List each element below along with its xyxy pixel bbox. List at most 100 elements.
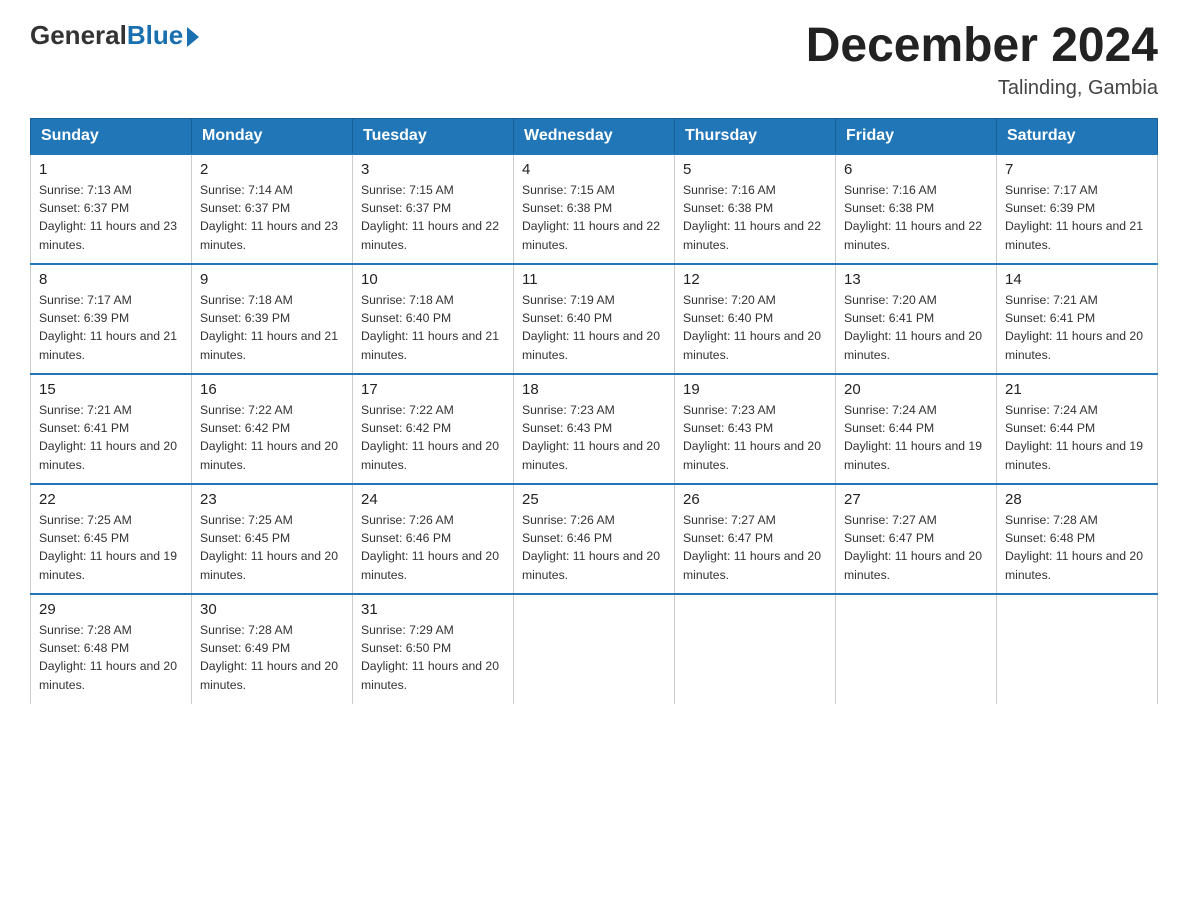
calendar-day-cell: 21 Sunrise: 7:24 AMSunset: 6:44 PMDayligh… [997,374,1158,484]
day-number: 18 [522,381,666,398]
calendar-day-cell: 12 Sunrise: 7:20 AMSunset: 6:40 PMDayligh… [675,264,836,374]
day-info: Sunrise: 7:15 AMSunset: 6:38 PMDaylight:… [522,181,666,254]
day-info: Sunrise: 7:22 AMSunset: 6:42 PMDaylight:… [200,401,344,474]
day-number: 31 [361,601,505,618]
day-number: 28 [1005,491,1149,508]
calendar-day-cell: 30Sunrise: 7:28 AMSunset: 6:49 PMDayligh… [192,594,353,704]
calendar-day-cell: 15 Sunrise: 7:21 AMSunset: 6:41 PMDayligh… [31,374,192,484]
calendar-day-cell: 23 Sunrise: 7:25 AMSunset: 6:45 PMDayligh… [192,484,353,594]
day-info: Sunrise: 7:17 AMSunset: 6:39 PMDaylight:… [39,291,183,364]
day-info: Sunrise: 7:23 AMSunset: 6:43 PMDaylight:… [522,401,666,474]
day-number: 27 [844,491,988,508]
calendar-week-row: 1 Sunrise: 7:13 AMSunset: 6:37 PMDaylight… [31,154,1158,264]
day-number: 3 [361,161,505,178]
day-number: 7 [1005,161,1149,178]
day-number: 23 [200,491,344,508]
weekday-header-wednesday: Wednesday [514,118,675,154]
calendar-day-cell: 11 Sunrise: 7:19 AMSunset: 6:40 PMDayligh… [514,264,675,374]
day-info: Sunrise: 7:28 AMSunset: 6:48 PMDaylight:… [39,621,183,694]
day-number: 16 [200,381,344,398]
calendar-day-cell [675,594,836,704]
calendar-day-cell: 1 Sunrise: 7:13 AMSunset: 6:37 PMDaylight… [31,154,192,264]
day-info: Sunrise: 7:17 AMSunset: 6:39 PMDaylight:… [1005,181,1149,254]
day-info: Sunrise: 7:14 AMSunset: 6:37 PMDaylight:… [200,181,344,254]
calendar-day-cell: 16 Sunrise: 7:22 AMSunset: 6:42 PMDayligh… [192,374,353,484]
calendar-table: SundayMondayTuesdayWednesdayThursdayFrid… [30,118,1158,704]
calendar-day-cell: 2 Sunrise: 7:14 AMSunset: 6:37 PMDaylight… [192,154,353,264]
day-number: 15 [39,381,183,398]
calendar-day-cell: 18 Sunrise: 7:23 AMSunset: 6:43 PMDayligh… [514,374,675,484]
day-number: 9 [200,271,344,288]
calendar-day-cell: 20 Sunrise: 7:24 AMSunset: 6:44 PMDayligh… [836,374,997,484]
logo-blue-box: Blue [127,20,199,51]
day-info: Sunrise: 7:23 AMSunset: 6:43 PMDaylight:… [683,401,827,474]
calendar-day-cell: 25 Sunrise: 7:26 AMSunset: 6:46 PMDayligh… [514,484,675,594]
day-info: Sunrise: 7:16 AMSunset: 6:38 PMDaylight:… [683,181,827,254]
weekday-header-row: SundayMondayTuesdayWednesdayThursdayFrid… [31,118,1158,154]
calendar-day-cell: 19Sunrise: 7:23 AMSunset: 6:43 PMDayligh… [675,374,836,484]
day-number: 6 [844,161,988,178]
day-number: 13 [844,271,988,288]
weekday-header-thursday: Thursday [675,118,836,154]
day-info: Sunrise: 7:22 AMSunset: 6:42 PMDaylight:… [361,401,505,474]
calendar-day-cell: 9 Sunrise: 7:18 AMSunset: 6:39 PMDaylight… [192,264,353,374]
day-info: Sunrise: 7:24 AMSunset: 6:44 PMDaylight:… [844,401,988,474]
day-number: 14 [1005,271,1149,288]
day-number: 11 [522,271,666,288]
day-number: 1 [39,161,183,178]
calendar-week-row: 8 Sunrise: 7:17 AMSunset: 6:39 PMDaylight… [31,264,1158,374]
calendar-day-cell: 13Sunrise: 7:20 AMSunset: 6:41 PMDayligh… [836,264,997,374]
weekday-header-friday: Friday [836,118,997,154]
weekday-header-sunday: Sunday [31,118,192,154]
calendar-day-cell [836,594,997,704]
calendar-day-cell: 24Sunrise: 7:26 AMSunset: 6:46 PMDayligh… [353,484,514,594]
day-info: Sunrise: 7:28 AMSunset: 6:49 PMDaylight:… [200,621,344,694]
day-number: 12 [683,271,827,288]
day-number: 25 [522,491,666,508]
calendar-day-cell: 10 Sunrise: 7:18 AMSunset: 6:40 PMDayligh… [353,264,514,374]
logo-general-text: General [30,20,127,51]
day-info: Sunrise: 7:19 AMSunset: 6:40 PMDaylight:… [522,291,666,364]
calendar-day-cell: 17 Sunrise: 7:22 AMSunset: 6:42 PMDayligh… [353,374,514,484]
calendar-week-row: 15 Sunrise: 7:21 AMSunset: 6:41 PMDayligh… [31,374,1158,484]
calendar-day-cell: 28Sunrise: 7:28 AMSunset: 6:48 PMDayligh… [997,484,1158,594]
calendar-week-row: 22 Sunrise: 7:25 AMSunset: 6:45 PMDayligh… [31,484,1158,594]
day-info: Sunrise: 7:18 AMSunset: 6:39 PMDaylight:… [200,291,344,364]
day-info: Sunrise: 7:16 AMSunset: 6:38 PMDaylight:… [844,181,988,254]
day-number: 29 [39,601,183,618]
weekday-header-tuesday: Tuesday [353,118,514,154]
month-title: December 2024 [806,20,1158,73]
logo-blue-text: Blue [127,20,183,51]
day-number: 10 [361,271,505,288]
day-info: Sunrise: 7:25 AMSunset: 6:45 PMDaylight:… [39,511,183,584]
day-number: 8 [39,271,183,288]
day-info: Sunrise: 7:26 AMSunset: 6:46 PMDaylight:… [522,511,666,584]
day-info: Sunrise: 7:20 AMSunset: 6:40 PMDaylight:… [683,291,827,364]
day-number: 21 [1005,381,1149,398]
logo-arrow-icon [187,27,199,47]
day-number: 17 [361,381,505,398]
calendar-day-cell: 29 Sunrise: 7:28 AMSunset: 6:48 PMDayligh… [31,594,192,704]
day-info: Sunrise: 7:24 AMSunset: 6:44 PMDaylight:… [1005,401,1149,474]
calendar-day-cell: 31 Sunrise: 7:29 AMSunset: 6:50 PMDayligh… [353,594,514,704]
calendar-day-cell: 26Sunrise: 7:27 AMSunset: 6:47 PMDayligh… [675,484,836,594]
day-number: 22 [39,491,183,508]
calendar-day-cell: 22 Sunrise: 7:25 AMSunset: 6:45 PMDayligh… [31,484,192,594]
location-subtitle: Talinding, Gambia [806,77,1158,100]
day-info: Sunrise: 7:15 AMSunset: 6:37 PMDaylight:… [361,181,505,254]
calendar-day-cell: 3 Sunrise: 7:15 AMSunset: 6:37 PMDaylight… [353,154,514,264]
day-info: Sunrise: 7:13 AMSunset: 6:37 PMDaylight:… [39,181,183,254]
day-info: Sunrise: 7:27 AMSunset: 6:47 PMDaylight:… [844,511,988,584]
weekday-header-saturday: Saturday [997,118,1158,154]
day-number: 2 [200,161,344,178]
day-info: Sunrise: 7:29 AMSunset: 6:50 PMDaylight:… [361,621,505,694]
day-info: Sunrise: 7:21 AMSunset: 6:41 PMDaylight:… [39,401,183,474]
title-area: December 2024 Talinding, Gambia [806,20,1158,100]
calendar-day-cell: 5Sunrise: 7:16 AMSunset: 6:38 PMDaylight… [675,154,836,264]
day-info: Sunrise: 7:18 AMSunset: 6:40 PMDaylight:… [361,291,505,364]
page-header: General Blue December 2024 Talinding, Ga… [30,20,1158,100]
day-number: 20 [844,381,988,398]
day-number: 4 [522,161,666,178]
logo: General Blue [30,20,199,51]
day-info: Sunrise: 7:25 AMSunset: 6:45 PMDaylight:… [200,511,344,584]
